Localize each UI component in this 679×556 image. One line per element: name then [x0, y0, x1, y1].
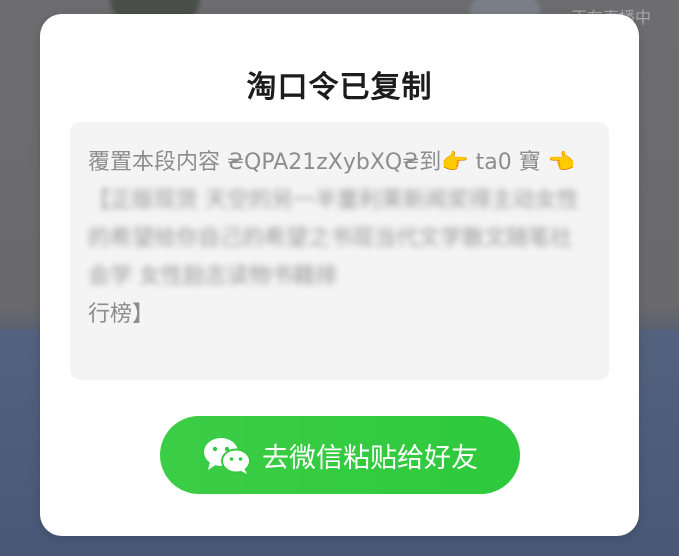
dialog-title: 淘口令已复制	[246, 70, 433, 105]
copied-text: 覆置本段内容 ₴QPA21zXybXQ₴到👉 ta0 寶 👈 【正版现货 天空的…	[88, 144, 593, 334]
copy-password-dialog: 淘口令已复制 覆置本段内容 ₴QPA21zXybXQ₴到👉 ta0 寶 👈 【正…	[40, 14, 639, 536]
copied-text-blurred: 【正版现货 天空的另一半童利莱新闻奖得主动女性的希望给你自己的希望之书现当代文学…	[88, 188, 579, 289]
copied-text-middle: ta0 寶	[468, 150, 541, 175]
copied-text-tail: 行榜】	[88, 302, 155, 327]
copied-text-box: 覆置本段内容 ₴QPA21zXybXQ₴到👉 ta0 寶 👈 【正版现货 天空的…	[70, 122, 609, 380]
point-left-emoji-icon: 👈	[547, 150, 576, 175]
copied-text-prefix: 覆置本段内容 ₴QPA21zXybXQ₴到	[88, 150, 442, 175]
wechat-icon	[204, 438, 251, 474]
point-right-emoji-icon: 👉	[441, 150, 469, 175]
paste-to-wechat-label: 去微信粘贴给好友	[262, 442, 478, 474]
paste-to-wechat-button[interactable]: 去微信粘贴给好友	[160, 416, 520, 494]
